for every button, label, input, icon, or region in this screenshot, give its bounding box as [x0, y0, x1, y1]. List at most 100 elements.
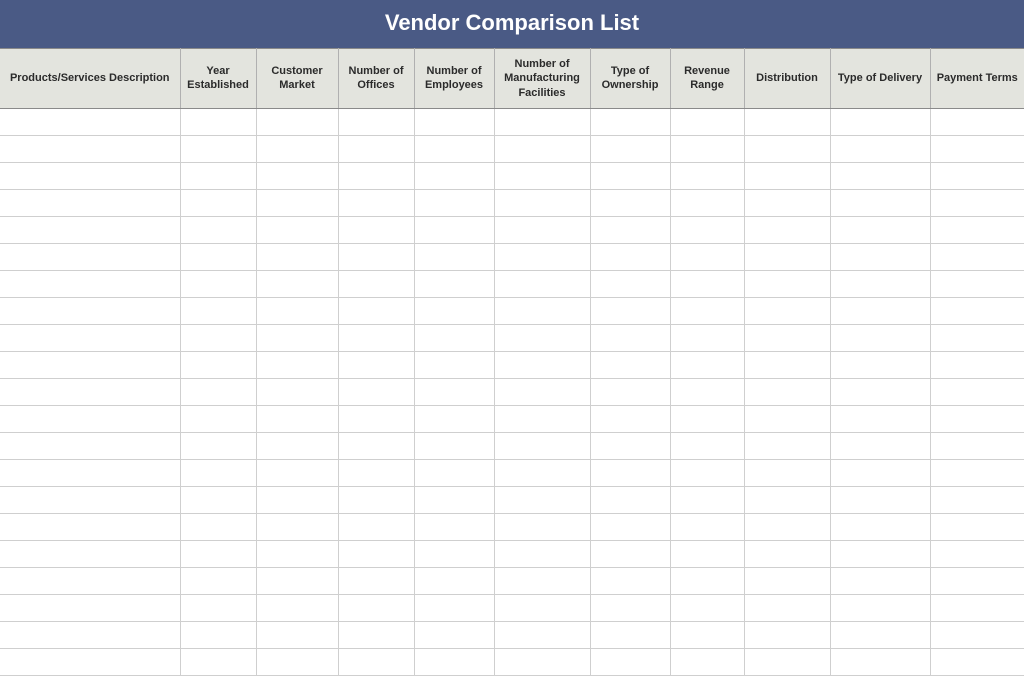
table-cell[interactable]: [414, 378, 494, 405]
table-cell[interactable]: [590, 378, 670, 405]
col-header-customer-market[interactable]: Customer Market: [256, 49, 338, 109]
table-cell[interactable]: [670, 567, 744, 594]
table-cell[interactable]: [670, 351, 744, 378]
table-cell[interactable]: [590, 270, 670, 297]
table-cell[interactable]: [414, 108, 494, 135]
table-cell[interactable]: [414, 513, 494, 540]
table-cell[interactable]: [744, 405, 830, 432]
table-cell[interactable]: [338, 567, 414, 594]
table-cell[interactable]: [180, 378, 256, 405]
table-cell[interactable]: [494, 540, 590, 567]
table-cell[interactable]: [494, 594, 590, 621]
table-cell[interactable]: [744, 540, 830, 567]
table-cell[interactable]: [830, 270, 930, 297]
table-cell[interactable]: [930, 243, 1024, 270]
table-cell[interactable]: [744, 297, 830, 324]
table-cell[interactable]: [256, 162, 338, 189]
table-cell[interactable]: [670, 324, 744, 351]
table-cell[interactable]: [830, 432, 930, 459]
table-cell[interactable]: [670, 459, 744, 486]
table-cell[interactable]: [494, 486, 590, 513]
table-cell[interactable]: [494, 243, 590, 270]
table-cell[interactable]: [256, 486, 338, 513]
table-cell[interactable]: [590, 405, 670, 432]
table-cell[interactable]: [338, 513, 414, 540]
table-cell[interactable]: [0, 540, 180, 567]
table-cell[interactable]: [180, 324, 256, 351]
table-cell[interactable]: [180, 567, 256, 594]
table-cell[interactable]: [0, 621, 180, 648]
table-cell[interactable]: [338, 297, 414, 324]
table-cell[interactable]: [590, 540, 670, 567]
table-cell[interactable]: [338, 108, 414, 135]
table-cell[interactable]: [930, 459, 1024, 486]
table-cell[interactable]: [590, 621, 670, 648]
table-cell[interactable]: [830, 189, 930, 216]
table-cell[interactable]: [256, 108, 338, 135]
table-cell[interactable]: [590, 324, 670, 351]
table-cell[interactable]: [256, 621, 338, 648]
table-cell[interactable]: [338, 135, 414, 162]
table-cell[interactable]: [830, 486, 930, 513]
table-cell[interactable]: [256, 297, 338, 324]
table-cell[interactable]: [744, 513, 830, 540]
table-cell[interactable]: [930, 513, 1024, 540]
table-cell[interactable]: [256, 270, 338, 297]
table-cell[interactable]: [670, 540, 744, 567]
table-cell[interactable]: [494, 324, 590, 351]
table-cell[interactable]: [744, 648, 830, 675]
table-cell[interactable]: [670, 432, 744, 459]
table-cell[interactable]: [180, 135, 256, 162]
table-cell[interactable]: [670, 216, 744, 243]
table-cell[interactable]: [414, 648, 494, 675]
table-cell[interactable]: [338, 216, 414, 243]
table-cell[interactable]: [414, 216, 494, 243]
table-cell[interactable]: [256, 378, 338, 405]
table-cell[interactable]: [830, 162, 930, 189]
table-cell[interactable]: [256, 459, 338, 486]
table-cell[interactable]: [338, 459, 414, 486]
table-cell[interactable]: [0, 594, 180, 621]
table-cell[interactable]: [590, 513, 670, 540]
table-cell[interactable]: [0, 216, 180, 243]
table-cell[interactable]: [590, 162, 670, 189]
table-cell[interactable]: [830, 459, 930, 486]
table-cell[interactable]: [414, 405, 494, 432]
table-cell[interactable]: [180, 243, 256, 270]
table-cell[interactable]: [414, 567, 494, 594]
table-cell[interactable]: [180, 270, 256, 297]
table-cell[interactable]: [670, 270, 744, 297]
table-cell[interactable]: [744, 621, 830, 648]
table-cell[interactable]: [744, 216, 830, 243]
table-cell[interactable]: [494, 432, 590, 459]
table-cell[interactable]: [830, 405, 930, 432]
table-cell[interactable]: [830, 378, 930, 405]
table-cell[interactable]: [590, 297, 670, 324]
table-cell[interactable]: [930, 216, 1024, 243]
col-header-type-ownership[interactable]: Type of Ownership: [590, 49, 670, 109]
col-header-number-offices[interactable]: Number of Offices: [338, 49, 414, 109]
table-cell[interactable]: [930, 486, 1024, 513]
table-cell[interactable]: [744, 567, 830, 594]
table-cell[interactable]: [930, 648, 1024, 675]
table-cell[interactable]: [414, 162, 494, 189]
table-cell[interactable]: [180, 432, 256, 459]
table-cell[interactable]: [256, 540, 338, 567]
table-cell[interactable]: [590, 432, 670, 459]
table-cell[interactable]: [744, 459, 830, 486]
table-cell[interactable]: [338, 540, 414, 567]
table-cell[interactable]: [256, 216, 338, 243]
table-cell[interactable]: [744, 162, 830, 189]
table-cell[interactable]: [830, 648, 930, 675]
table-cell[interactable]: [930, 378, 1024, 405]
table-cell[interactable]: [256, 513, 338, 540]
table-cell[interactable]: [180, 621, 256, 648]
table-cell[interactable]: [590, 351, 670, 378]
table-cell[interactable]: [494, 297, 590, 324]
table-cell[interactable]: [256, 351, 338, 378]
table-cell[interactable]: [830, 567, 930, 594]
col-header-products-services[interactable]: Products/Services Description: [0, 49, 180, 109]
table-cell[interactable]: [590, 594, 670, 621]
table-cell[interactable]: [338, 270, 414, 297]
table-cell[interactable]: [494, 378, 590, 405]
